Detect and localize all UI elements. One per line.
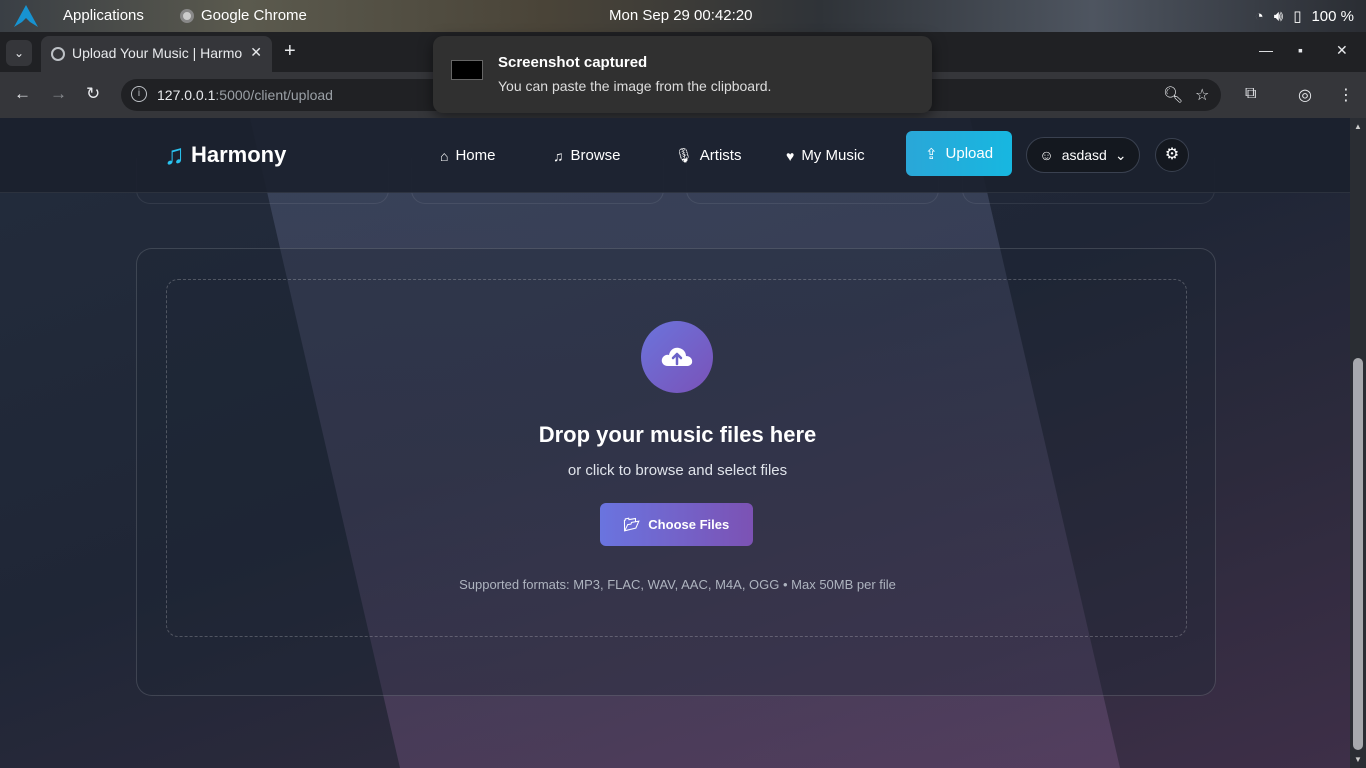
- browser-tab[interactable]: Upload Your Music | Harmony ✕: [41, 36, 272, 72]
- volume-icon: 🔊︎: [1273, 7, 1284, 25]
- close-window-icon[interactable]: ✕: [1336, 42, 1348, 59]
- notification-body: You can paste the image from the clipboa…: [498, 78, 772, 94]
- active-app-label[interactable]: Google Chrome: [201, 7, 307, 24]
- microphone-icon: 🎙︎: [675, 147, 693, 163]
- close-tab-icon[interactable]: ✕: [250, 44, 262, 61]
- notification-title: Screenshot captured: [498, 54, 648, 71]
- tab-search-button[interactable]: ⌄: [6, 40, 32, 66]
- globe-icon: [51, 47, 65, 61]
- extensions-icon[interactable]: ⧉: [1245, 85, 1256, 103]
- upload-card: Drop your music files here or click to b…: [136, 248, 1216, 696]
- nav-browse[interactable]: ♫ Browse: [553, 147, 621, 164]
- site-info-icon[interactable]: i: [131, 86, 147, 102]
- user-icon: ☺: [1039, 147, 1054, 163]
- minimize-icon[interactable]: —: [1259, 42, 1273, 58]
- page-scrollbar[interactable]: ▲ ▼: [1350, 118, 1366, 768]
- profile-icon[interactable]: ◎: [1298, 85, 1312, 105]
- music-note-icon: ♫: [164, 139, 185, 170]
- upload-nav-button[interactable]: ⇪ Upload: [906, 131, 1012, 176]
- wifi-icon: ◔: [1254, 7, 1264, 25]
- system-tray[interactable]: ◔ 🔊︎ ▯ 100 %: [1254, 7, 1354, 26]
- cloud-upload-icon: [641, 321, 713, 393]
- system-clock[interactable]: Mon Sep 29 00:42:20: [609, 7, 752, 24]
- dropzone-title: Drop your music files here: [538, 422, 817, 447]
- dropzone-subtitle: or click to browse and select files: [567, 462, 788, 479]
- new-tab-button[interactable]: +: [284, 40, 296, 63]
- battery-percent: 100 %: [1311, 7, 1354, 25]
- folder-open-icon: 📂︎: [623, 516, 641, 532]
- nav-browse-label: Browse: [570, 147, 621, 164]
- back-icon[interactable]: ←: [14, 84, 31, 104]
- upload-icon: ⇪: [924, 145, 938, 163]
- brand-logo[interactable]: ♫ Harmony: [164, 141, 286, 169]
- maximize-icon[interactable]: ▪: [1298, 42, 1303, 58]
- reload-icon[interactable]: ↻: [86, 84, 100, 104]
- supported-formats-text: Supported formats: MP3, FLAC, WAV, AAC, …: [459, 577, 896, 592]
- applications-menu[interactable]: Applications: [63, 7, 144, 24]
- heart-icon: ♥: [786, 147, 795, 164]
- nav-my-music-label: My Music: [801, 147, 865, 164]
- scroll-up-arrow-icon[interactable]: ▲: [1354, 122, 1362, 131]
- tab-title: Upload Your Music | Harmony: [72, 45, 242, 61]
- battery-icon: ▯: [1293, 8, 1302, 25]
- site-navbar: ♫ Harmony ⌂ Home ♫ Browse 🎙︎ Artists ♥ M…: [0, 118, 1350, 193]
- nav-home[interactable]: ⌂ Home: [440, 147, 495, 164]
- username: asdasd: [1061, 147, 1107, 163]
- upload-nav-label: Upload: [945, 145, 994, 162]
- forward-icon[interactable]: →: [50, 84, 67, 104]
- brand-name: Harmony: [191, 142, 287, 167]
- theme-toggle-button[interactable]: ⚙: [1155, 138, 1189, 172]
- screenshot-notification[interactable]: Screenshot captured You can paste the im…: [433, 36, 932, 113]
- url-text[interactable]: 127.0.0.1:5000/client/upload: [157, 87, 333, 103]
- file-dropzone[interactable]: Drop your music files here or click to b…: [166, 279, 1187, 637]
- nav-home-label: Home: [455, 147, 496, 164]
- choose-files-label: Choose Files: [648, 517, 730, 532]
- page-viewport: ♫ Harmony ⌂ Home ♫ Browse 🎙︎ Artists ♥ M…: [0, 118, 1350, 768]
- user-menu-button[interactable]: ☺ asdasd ⌄: [1026, 137, 1140, 173]
- choose-files-button[interactable]: 📂︎ Choose Files: [600, 503, 753, 546]
- home-icon: ⌂: [440, 147, 449, 164]
- zoom-icon[interactable]: 🔍︎: [1163, 85, 1183, 105]
- os-top-bar: Applications Google Chrome Mon Sep 29 00…: [0, 0, 1366, 32]
- scroll-down-arrow-icon[interactable]: ▼: [1354, 755, 1362, 764]
- screenshot-thumbnail: [451, 60, 483, 80]
- nav-artists-label: Artists: [699, 147, 742, 164]
- arch-linux-icon[interactable]: [14, 5, 38, 27]
- scrollbar-thumb[interactable]: [1353, 358, 1363, 750]
- sun-icon: ⚙: [1164, 146, 1180, 163]
- chrome-icon: [180, 9, 194, 23]
- nav-artists[interactable]: 🎙︎ Artists: [675, 147, 741, 164]
- chrome-menu-icon[interactable]: ⋮: [1338, 85, 1354, 105]
- nav-my-music[interactable]: ♥ My Music: [786, 147, 865, 164]
- music-note-icon: ♫: [553, 147, 564, 164]
- chevron-down-icon: ⌄: [1114, 146, 1127, 163]
- bookmark-star-icon[interactable]: ☆: [1195, 85, 1209, 105]
